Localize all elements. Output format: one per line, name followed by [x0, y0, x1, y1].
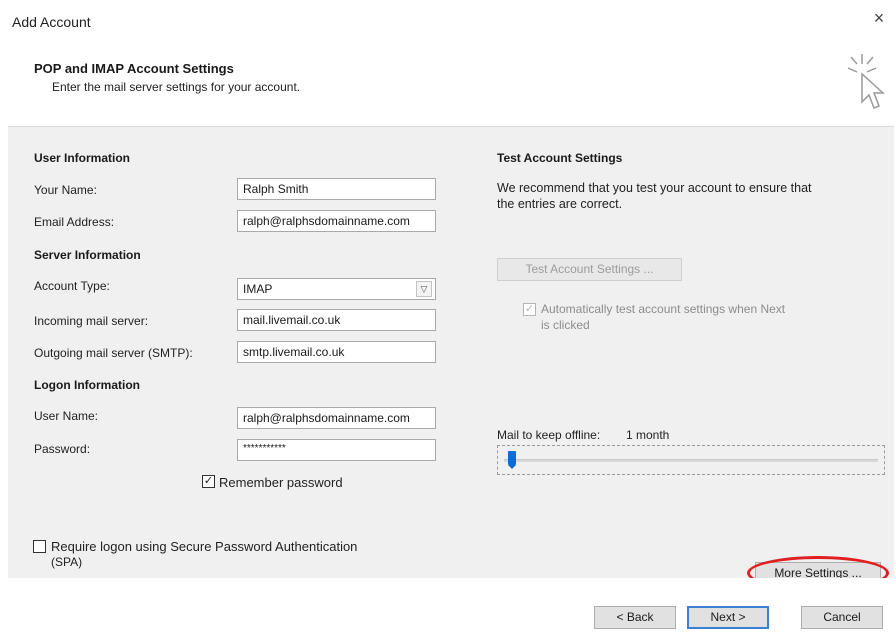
password-label: Password:	[34, 442, 91, 456]
back-button[interactable]: < Back	[594, 606, 676, 629]
username-input[interactable]: ralph@ralphsdomainname.com	[237, 407, 436, 429]
click-cursor-icon	[847, 54, 885, 109]
offline-slider[interactable]	[497, 445, 885, 475]
account-type-select[interactable]: IMAP ▽	[237, 278, 436, 300]
spa-label-line2: (SPA)	[51, 555, 83, 569]
slider-thumb[interactable]	[508, 451, 516, 469]
test-account-settings-button[interactable]: Test Account Settings ...	[497, 258, 682, 281]
remember-password-label: Remember password	[219, 475, 343, 490]
cancel-button[interactable]: Cancel	[801, 606, 883, 629]
server-info-heading: Server Information	[34, 248, 141, 262]
incoming-server-label: Incoming mail server:	[34, 314, 149, 328]
next-button[interactable]: Next >	[687, 606, 769, 629]
remember-password-checkbox[interactable]: ✓	[202, 475, 215, 488]
auto-test-label: Automatically test account settings when…	[541, 302, 786, 316]
logon-info-heading: Logon Information	[34, 378, 140, 392]
auto-test-checkbox[interactable]: ✓	[523, 303, 536, 316]
username-label: User Name:	[34, 409, 99, 423]
spa-label: Require logon using Secure Password Auth…	[51, 539, 358, 554]
account-type-label: Account Type:	[34, 279, 110, 293]
outgoing-server-input[interactable]: smtp.livemail.co.uk	[237, 341, 436, 363]
chevron-down-icon[interactable]: ▽	[416, 281, 432, 297]
test-settings-desc-line2: the entries are correct.	[497, 197, 623, 211]
test-settings-desc: We recommend that you test your account …	[497, 181, 812, 195]
outgoing-server-label: Outgoing mail server (SMTP):	[34, 346, 193, 360]
email-address-label: Email Address:	[34, 215, 115, 229]
email-address-input[interactable]: ralph@ralphsdomainname.com	[237, 210, 436, 232]
window-title: Add Account	[12, 14, 91, 30]
password-input[interactable]: ***********	[237, 439, 436, 461]
page-title: POP and IMAP Account Settings	[34, 61, 234, 76]
incoming-server-input[interactable]: mail.livemail.co.uk	[237, 309, 436, 331]
spa-checkbox[interactable]	[33, 540, 46, 553]
user-info-heading: User Information	[34, 151, 131, 165]
your-name-input[interactable]: Ralph Smith	[237, 178, 436, 200]
your-name-label: Your Name:	[34, 183, 97, 197]
page-subtitle: Enter the mail server settings for your …	[52, 80, 301, 94]
offline-label: Mail to keep offline:	[497, 428, 601, 442]
test-settings-heading: Test Account Settings	[497, 151, 623, 165]
auto-test-label-line2: is clicked	[541, 318, 590, 332]
slider-track-line	[504, 459, 878, 462]
offline-value: 1 month	[626, 428, 670, 442]
account-type-value: IMAP	[243, 282, 273, 296]
close-icon[interactable]: ×	[868, 8, 890, 29]
